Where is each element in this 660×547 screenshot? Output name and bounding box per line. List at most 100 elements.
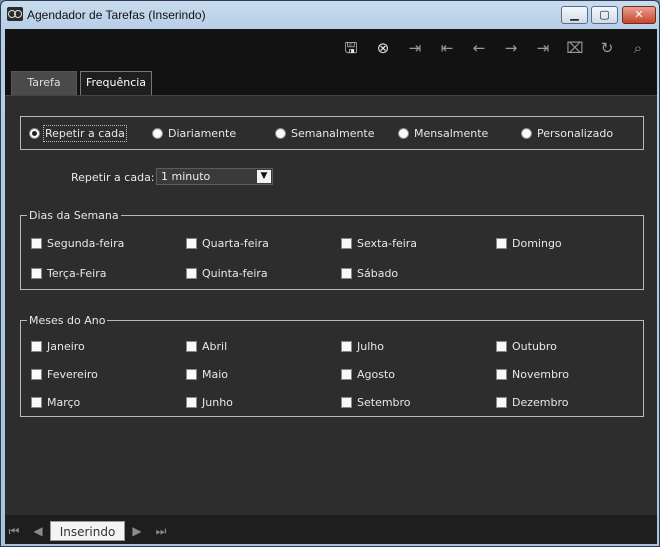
checkbox-janeiro[interactable]: Janeiro — [31, 339, 85, 353]
next-record-icon[interactable]: → — [502, 39, 520, 57]
chevron-down-icon[interactable]: ▼ — [257, 170, 271, 183]
app-logo-icon — [7, 7, 23, 21]
cancel-icon[interactable]: ⊗ — [374, 39, 392, 57]
checkbox-dezembro[interactable]: Dezembro — [496, 395, 569, 409]
checkbox-sexta[interactable]: Sexta-feira — [341, 236, 417, 250]
status-bar: ⏮ ◀ Inserindo ▶ ⏭ — [5, 518, 657, 544]
radio-diariamente[interactable]: Diariamente — [152, 126, 236, 140]
repeat-label: Repetir a cada: — [71, 171, 155, 184]
checkbox[interactable] — [341, 340, 352, 352]
title-bar[interactable]: Agendador de Tarefas (Inserindo) ▁ ▢ ✕ — [1, 1, 659, 29]
checkbox[interactable] — [341, 237, 352, 249]
checkbox[interactable] — [496, 340, 507, 352]
checkbox-maio[interactable]: Maio — [186, 367, 228, 381]
app-window: Agendador de Tarefas (Inserindo) ▁ ▢ ✕ 🖫… — [0, 0, 660, 547]
weekdays-group-title: Dias da Semana — [27, 209, 121, 222]
checkbox[interactable] — [496, 368, 507, 380]
checkbox[interactable] — [341, 368, 352, 380]
checkbox-novembro[interactable]: Novembro — [496, 367, 569, 381]
checkbox[interactable] — [186, 237, 197, 249]
radio-button[interactable] — [398, 127, 409, 139]
checkbox-label: Fevereiro — [47, 367, 98, 381]
checkbox-label: Janeiro — [47, 339, 85, 353]
checkbox-sabado[interactable]: Sábado — [341, 266, 398, 280]
checkbox-quinta[interactable]: Quinta-feira — [186, 266, 268, 280]
checkbox-label: Setembro — [357, 395, 411, 409]
radio-button[interactable] — [275, 127, 286, 139]
radio-label: Diariamente — [168, 126, 237, 140]
checkbox-julho[interactable]: Julho — [341, 339, 384, 353]
checkbox-label: Quinta-feira — [202, 266, 268, 280]
checkbox-terca[interactable]: Terça-Feira — [31, 266, 106, 280]
first-record-nav-icon[interactable]: ⏮ — [7, 524, 21, 538]
close-button[interactable]: ✕ — [622, 6, 656, 24]
radio-semanalmente[interactable]: Semanalmente — [275, 126, 375, 140]
weekdays-group: Dias da Semana Segunda-feira Terça-Feira… — [20, 209, 644, 290]
checkbox[interactable] — [186, 267, 197, 279]
status-mode: Inserindo — [50, 521, 125, 541]
checkbox[interactable] — [186, 396, 197, 408]
checkbox-setembro[interactable]: Setembro — [341, 395, 411, 409]
previous-record-icon[interactable]: ← — [470, 39, 488, 57]
first-record-icon[interactable]: ⇤ — [438, 39, 456, 57]
checkbox-quarta[interactable]: Quarta-feira — [186, 236, 269, 250]
checkbox[interactable] — [31, 340, 42, 352]
toolbar: 🖫 ⊗ ⇥ ⇤ ← → ⇥ ⌧ ↻ ⌕ — [5, 29, 657, 69]
last-record-icon[interactable]: ⇥ — [534, 39, 552, 57]
frequency-options-group: Repetir a cada Diariamente Semanalmente … — [20, 116, 644, 150]
checkbox[interactable] — [496, 396, 507, 408]
save-icon[interactable]: 🖫 — [342, 39, 360, 57]
refresh-icon[interactable]: ↻ — [598, 39, 616, 57]
repeat-interval-select[interactable]: 1 minuto ▼ — [156, 168, 273, 185]
checkbox-label: Dezembro — [512, 395, 569, 409]
client-area: 🖫 ⊗ ⇥ ⇤ ← → ⇥ ⌧ ↻ ⌕ Tarefa Frequência Re… — [5, 29, 657, 544]
insert-icon[interactable]: ⇥ — [406, 39, 424, 57]
maximize-button[interactable]: ▢ — [591, 6, 618, 24]
radio-button[interactable] — [521, 127, 532, 139]
months-group-title: Meses do Ano — [27, 314, 108, 327]
radio-label: Semanalmente — [291, 126, 375, 140]
radio-button[interactable] — [29, 127, 40, 139]
checkbox-label: Outubro — [512, 339, 557, 353]
checkbox-domingo[interactable]: Domingo — [496, 236, 562, 250]
checkbox-abril[interactable]: Abril — [186, 339, 227, 353]
checkbox-junho[interactable]: Junho — [186, 395, 233, 409]
search-icon[interactable]: ⌕ — [629, 39, 647, 57]
minimize-button[interactable]: ▁ — [561, 6, 588, 24]
checkbox-agosto[interactable]: Agosto — [341, 367, 395, 381]
checkbox-label: Terça-Feira — [47, 266, 107, 280]
checkbox-label: Abril — [202, 339, 228, 353]
checkbox-label: Sábado — [357, 266, 399, 280]
checkbox-fevereiro[interactable]: Fevereiro — [31, 367, 98, 381]
window-title: Agendador de Tarefas (Inserindo) — [27, 8, 206, 22]
checkbox[interactable] — [341, 267, 352, 279]
delete-icon[interactable]: ⌧ — [566, 39, 584, 57]
select-value: 1 minuto — [161, 170, 211, 183]
checkbox-marco[interactable]: Março — [31, 395, 80, 409]
checkbox-label: Junho — [202, 395, 233, 409]
checkbox-label: Novembro — [512, 367, 569, 381]
checkbox[interactable] — [186, 368, 197, 380]
radio-mensalmente[interactable]: Mensalmente — [398, 126, 488, 140]
radio-personalizado[interactable]: Personalizado — [521, 126, 613, 140]
radio-label: Repetir a cada — [43, 124, 127, 142]
checkbox[interactable] — [31, 237, 42, 249]
checkbox[interactable] — [186, 340, 197, 352]
checkbox-label: Maio — [202, 367, 229, 381]
next-record-nav-icon[interactable]: ▶ — [130, 524, 144, 538]
tab-tarefa[interactable]: Tarefa — [11, 71, 77, 95]
radio-button[interactable] — [152, 127, 163, 139]
checkbox[interactable] — [31, 368, 42, 380]
checkbox[interactable] — [496, 237, 507, 249]
checkbox-label: Março — [47, 395, 81, 409]
checkbox-segunda[interactable]: Segunda-feira — [31, 236, 124, 250]
checkbox[interactable] — [31, 267, 42, 279]
checkbox[interactable] — [341, 396, 352, 408]
checkbox-outubro[interactable]: Outubro — [496, 339, 557, 353]
tab-frequencia[interactable]: Frequência — [80, 71, 152, 95]
previous-record-nav-icon[interactable]: ◀ — [31, 524, 45, 538]
last-record-nav-icon[interactable]: ⏭ — [154, 524, 168, 538]
radio-repetir-a-cada[interactable]: Repetir a cada — [29, 124, 127, 142]
radio-label: Personalizado — [537, 126, 614, 140]
checkbox[interactable] — [31, 396, 42, 408]
